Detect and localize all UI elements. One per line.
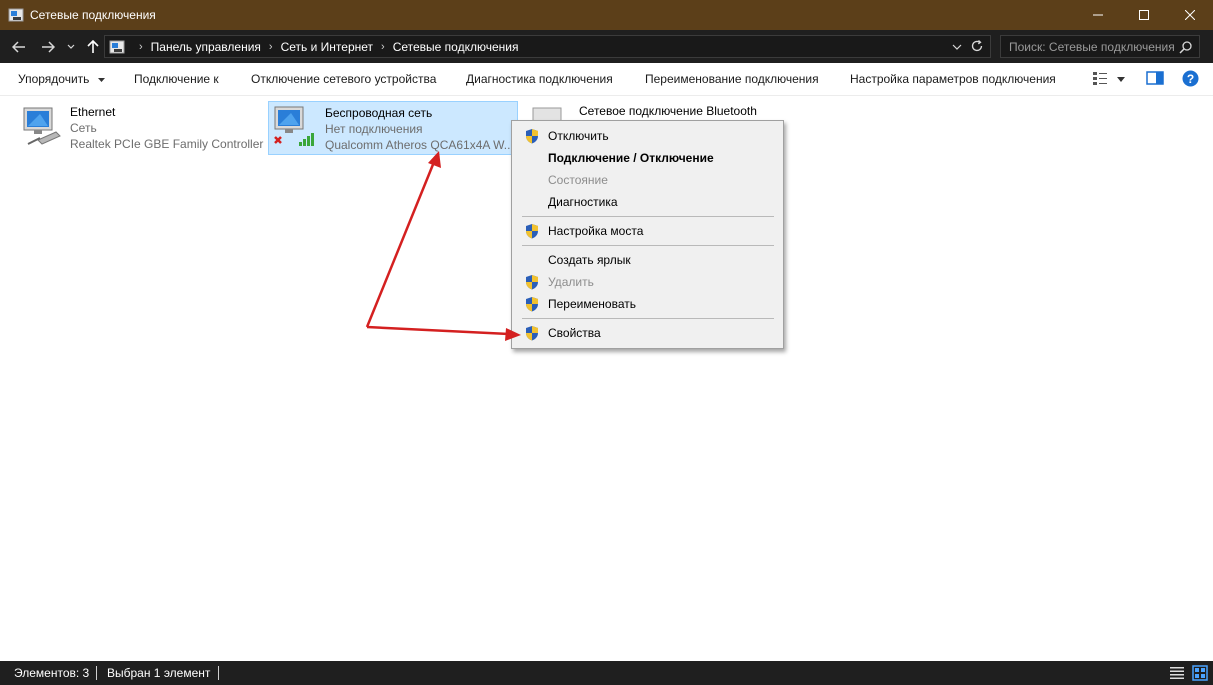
item-count: Элементов: 3 [14,666,90,680]
menu-item-diagnostics[interactable]: Диагностика [514,191,781,213]
connection-name: Сетевое подключение Bluetooth [579,104,757,118]
forward-button[interactable] [37,36,59,58]
maximize-button[interactable] [1121,0,1167,30]
connection-name: Беспроводная сеть [325,106,433,120]
explorer-window: Сетевые подключения › Панель управления … [0,0,1213,685]
breadcrumb-separator-icon: › [139,40,143,53]
menu-separator [522,216,774,217]
connection-device: Realtek PCIe GBE Family Controller [70,137,264,151]
menu-item-delete[interactable]: Удалить [514,271,781,293]
menu-separator [522,245,774,246]
preview-pane-icon[interactable] [1146,70,1164,86]
caret-down-icon [97,77,105,82]
close-button[interactable] [1167,0,1213,30]
maximize-icon [1139,10,1149,20]
breadcrumb-network-connections[interactable]: Сетевые подключения [393,40,519,54]
change-settings-label: Настройка параметров подключения [850,72,1056,86]
arrow-right-icon [42,41,55,53]
refresh-icon[interactable] [970,39,984,53]
network-folder-icon [8,8,24,22]
organize-label: Упорядочить [18,72,90,86]
diagnose-button[interactable]: Диагностика подключения [466,72,613,86]
minimize-button[interactable] [1075,0,1121,30]
menu-item-create-shortcut[interactable]: Создать ярлык [514,249,781,271]
change-settings-button[interactable]: Настройка параметров подключения [850,72,1056,86]
list-item-wireless[interactable]: Беспроводная сеть Нет подключения Qualco… [268,101,518,155]
address-dropdown-icon[interactable] [952,40,962,54]
connection-name: Ethernet [70,105,116,119]
menu-separator [522,318,774,319]
menu-item-rename[interactable]: Переименовать [514,293,781,315]
up-button[interactable] [82,36,104,58]
connection-status: Нет подключения [325,122,423,136]
status-divider [96,666,97,680]
connection-status: Сеть [70,121,97,135]
minimize-icon [1093,14,1103,16]
change-view-icon[interactable] [1092,70,1108,86]
search-input[interactable]: Поиск: Сетевые подключения [1000,35,1200,58]
large-icons-view-icon[interactable] [1192,665,1208,681]
status-bar: Элементов: 3 Выбран 1 элемент [0,661,1213,685]
selected-count: Выбран 1 элемент [107,666,211,680]
svg-text:?: ? [1187,72,1194,86]
connect-to-label: Подключение к [134,72,219,86]
rename-button[interactable]: Переименование подключения [645,72,819,86]
menu-item-bridge[interactable]: Настройка моста [514,220,781,242]
command-bar: Упорядочить Подключение к Отключение сет… [0,63,1213,96]
uac-shield-icon [526,224,538,239]
ethernet-adapter-icon [23,107,61,145]
navigation-bar: › Панель управления › Сеть и Интернет › … [0,30,1213,63]
menu-item-label: Состояние [548,173,608,187]
breadcrumb-separator-icon: › [268,40,273,53]
arrow-left-icon [12,41,25,53]
search-icon[interactable] [1179,40,1193,54]
breadcrumb-control-panel[interactable]: Панель управления [151,40,261,54]
menu-item-label: Подключение / Отключение [548,151,714,165]
breadcrumb-network-internet[interactable]: Сеть и Интернет [281,40,373,54]
disable-device-button[interactable]: Отключение сетевого устройства [251,72,436,86]
menu-item-properties[interactable]: Свойства [514,322,781,344]
rename-label: Переименование подключения [645,72,819,86]
connection-device: Qualcomm Atheros QCA61x4A W... [325,138,514,152]
view-options-caret-icon[interactable] [1117,77,1125,82]
details-view-icon[interactable] [1169,666,1185,680]
uac-shield-icon [526,129,538,144]
status-divider [218,666,219,680]
uac-shield-icon [526,326,538,341]
connect-to-button[interactable]: Подключение к [134,72,219,86]
list-item-ethernet[interactable]: Ethernet Сеть Realtek PCIe GBE Family Co… [14,100,264,154]
back-button[interactable] [8,36,30,58]
menu-item-disable[interactable]: Отключить [514,125,781,147]
menu-item-label: Создать ярлык [548,253,631,267]
breadcrumb-separator-icon: › [381,40,385,53]
uac-shield-icon [526,275,538,290]
close-icon [1185,10,1195,20]
wireless-adapter-icon [274,106,314,146]
window-title: Сетевые подключения [30,8,156,22]
search-placeholder: Поиск: Сетевые подключения [1009,39,1175,54]
arrow-up-icon [87,40,99,53]
help-icon[interactable]: ? [1182,70,1199,87]
menu-item-label: Отключить [548,129,609,143]
menu-item-label: Удалить [548,275,594,289]
recent-locations-button[interactable] [62,36,80,58]
title-bar[interactable]: Сетевые подключения [0,0,1213,30]
menu-item-label: Настройка моста [548,224,644,238]
menu-item-label: Диагностика [548,195,618,209]
address-bar[interactable]: › Панель управления › Сеть и Интернет › … [104,35,991,58]
menu-item-label: Переименовать [548,297,636,311]
diagnose-label: Диагностика подключения [466,72,613,86]
disable-device-label: Отключение сетевого устройства [251,72,437,86]
network-folder-icon [109,40,125,53]
menu-item-status[interactable]: Состояние [514,169,781,191]
organize-button[interactable]: Упорядочить [18,72,105,86]
uac-shield-icon [526,297,538,312]
menu-item-label: Свойства [548,326,601,340]
context-menu: Отключить Подключение / Отключение Состо… [511,120,784,349]
chevron-down-icon [67,44,75,49]
menu-item-connect-disconnect[interactable]: Подключение / Отключение [514,147,781,169]
